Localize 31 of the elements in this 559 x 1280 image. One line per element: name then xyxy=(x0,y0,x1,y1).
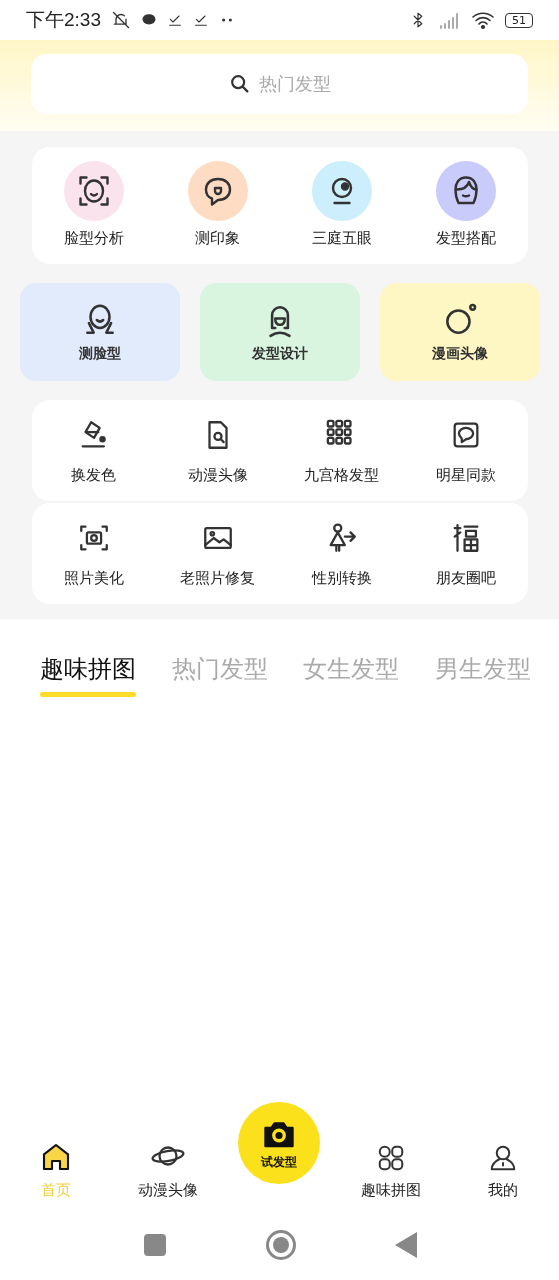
try-hairstyle-button[interactable]: 试发型 xyxy=(238,1102,321,1184)
feature-label: 测印象 xyxy=(195,229,240,248)
nav-tab[interactable]: 趣味拼图 xyxy=(335,1143,448,1200)
tool-label[interactable]: 性别转换 xyxy=(311,569,372,588)
feature-label: 发型搭配 xyxy=(435,229,496,248)
feature-tile[interactable]: 漫画头像 xyxy=(379,283,540,381)
tool-label[interactable]: 明星同款 xyxy=(435,466,496,485)
tile-label: 漫画头像 xyxy=(431,345,488,363)
tool-label[interactable]: 换发色 xyxy=(71,466,116,485)
bell-off-icon xyxy=(111,10,131,30)
tool-label[interactable]: 九宫格发型 xyxy=(304,466,379,485)
recents-button[interactable] xyxy=(142,1233,167,1257)
tool-label[interactable]: 老照片修复 xyxy=(180,569,255,588)
tile-label: 测脸型 xyxy=(78,345,121,363)
battery-indicator: 51 xyxy=(505,12,533,28)
status-time: 下午2:33 xyxy=(26,8,101,32)
nav-tab[interactable]: 我的 xyxy=(447,1143,559,1200)
tool-label[interactable]: 照片美化 xyxy=(63,569,124,588)
chat-bubble-icon xyxy=(141,12,157,28)
feature-tile[interactable]: 发型设计 xyxy=(199,283,360,381)
tool-label[interactable]: 朋友圈吧 xyxy=(435,569,496,588)
tile-label: 发型设计 xyxy=(251,345,308,363)
feature-label: 三庭五眼 xyxy=(311,229,372,248)
nav-tab[interactable]: 动漫头像 xyxy=(111,1139,224,1200)
category-tab[interactable]: 趣味拼图 xyxy=(40,653,136,697)
feature-label: 脸型分析 xyxy=(63,229,124,248)
feature-tile[interactable]: 测脸型 xyxy=(19,283,180,381)
back-button[interactable] xyxy=(394,1232,417,1258)
home-button[interactable] xyxy=(264,1229,297,1261)
tool-label[interactable]: 动漫头像 xyxy=(187,466,248,485)
search-icon xyxy=(228,73,251,95)
